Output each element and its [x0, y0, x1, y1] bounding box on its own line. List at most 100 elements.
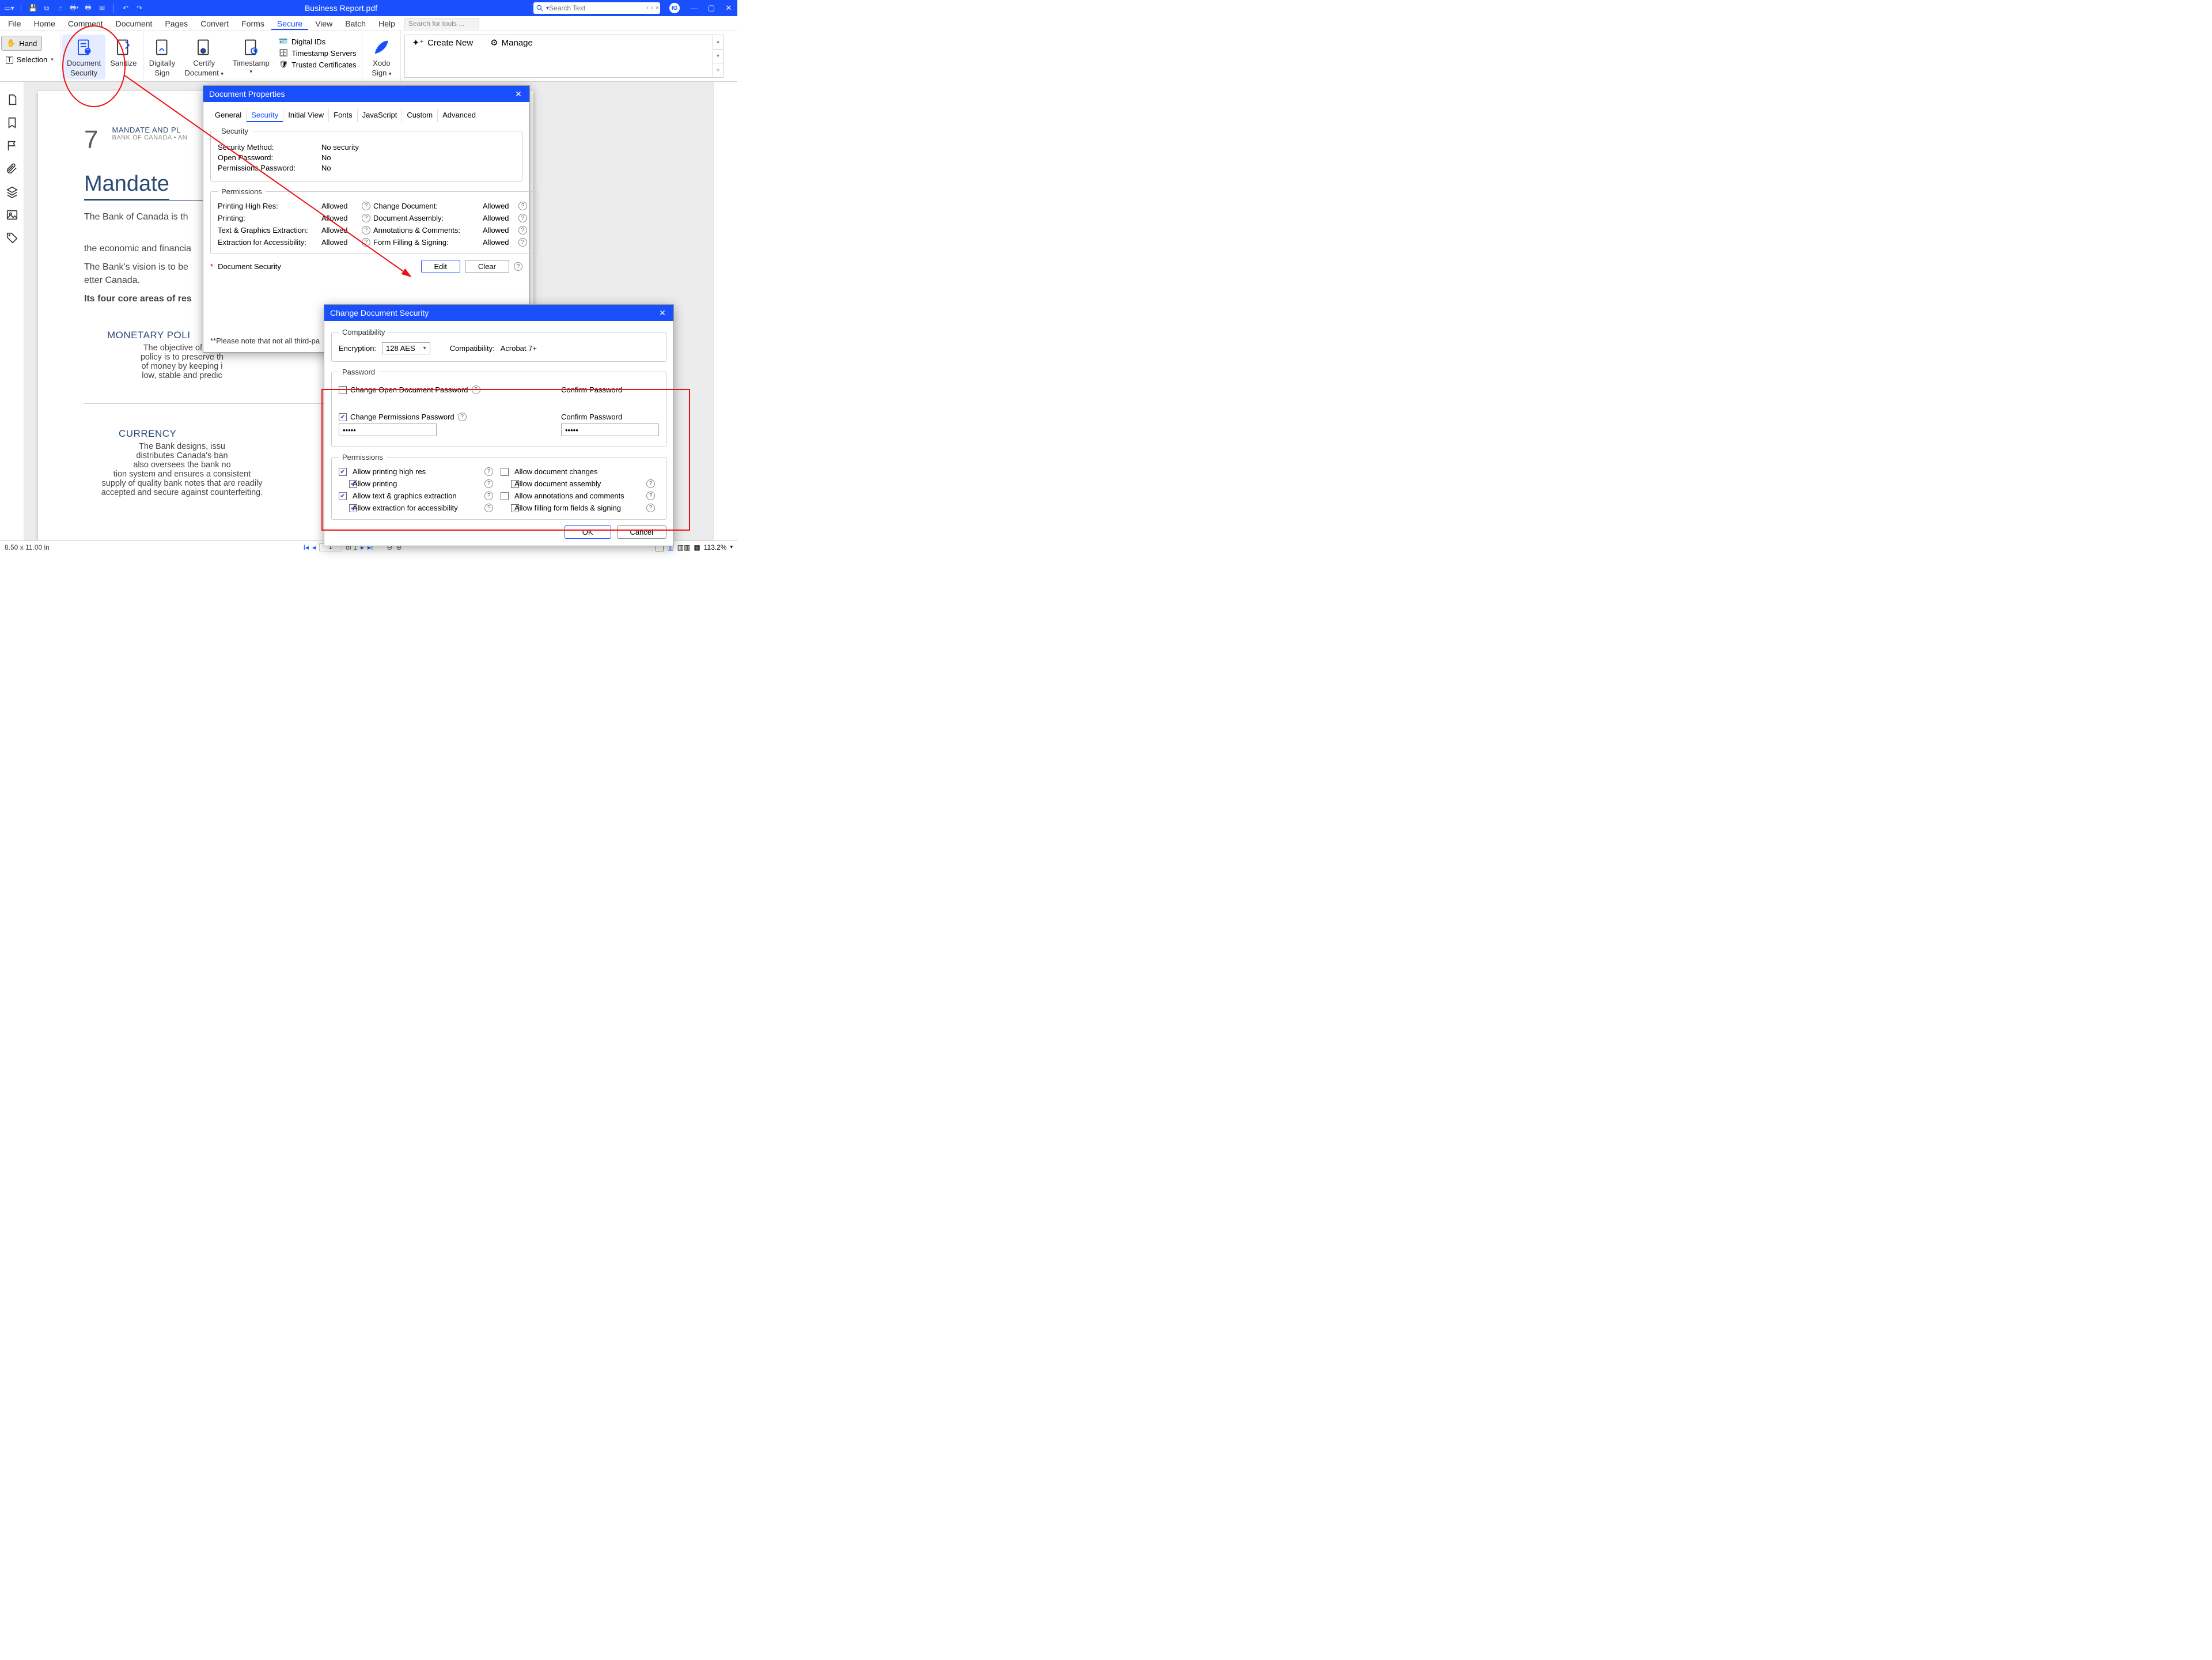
menu-secure[interactable]: Secure — [271, 17, 308, 30]
view-two-cont-icon[interactable]: ▦ — [694, 543, 700, 551]
clear-button[interactable]: Clear — [465, 260, 509, 273]
selection-tool[interactable]: T Selection ▾ — [1, 53, 58, 66]
help-icon[interactable]: ? — [484, 491, 493, 500]
digital-ids-link[interactable]: 🪪Digital IDs — [279, 37, 357, 46]
help-icon[interactable]: ? — [362, 238, 370, 247]
help-icon[interactable]: ? — [362, 226, 370, 235]
menu-home[interactable]: Home — [28, 17, 61, 30]
tools-search[interactable]: Search for tools ... — [404, 18, 479, 29]
help-icon[interactable]: ? — [514, 262, 522, 271]
menu-comment[interactable]: Comment — [62, 17, 109, 30]
help-icon[interactable]: ? — [518, 238, 527, 247]
help-icon[interactable]: ? — [458, 413, 467, 421]
view-two-icon[interactable]: ▥▥ — [677, 543, 691, 551]
file-menu-icon[interactable]: ▭▾ — [5, 3, 14, 13]
help-icon[interactable]: ? — [518, 202, 527, 210]
tab-initial-view[interactable]: Initial View — [283, 109, 329, 122]
search-prev-icon[interactable]: ‹ — [645, 5, 650, 12]
shield-icon: 🛡 — [279, 60, 289, 69]
search-box[interactable]: ▾ ‹ › × — [533, 2, 660, 14]
tag-panel-icon[interactable] — [6, 232, 18, 244]
digitally-sign-button[interactable]: Digitally Sign — [145, 35, 180, 80]
tab-javascript[interactable]: JavaScript — [358, 109, 403, 122]
layers-panel-icon[interactable] — [6, 186, 18, 198]
scan-icon[interactable]: ⌂ — [56, 3, 65, 13]
tab-custom[interactable]: Custom — [402, 109, 438, 122]
help-icon[interactable]: ? — [646, 479, 655, 488]
print2-icon[interactable]: 🖶 — [84, 3, 93, 13]
edit-button[interactable]: Edit — [421, 260, 460, 273]
change-perm-pw-checkbox[interactable]: Change Permissions Password ? — [339, 413, 538, 421]
document-security-button[interactable]: Document Security — [62, 35, 105, 80]
menu-file[interactable]: File — [2, 17, 27, 30]
tab-fonts[interactable]: Fonts — [329, 109, 358, 122]
search-next-icon[interactable]: › — [650, 5, 654, 12]
chk-doc-changes[interactable] — [501, 468, 509, 476]
redo-icon[interactable]: ↷ — [135, 3, 144, 13]
zoom-value[interactable]: 113.2% — [704, 543, 727, 551]
copy-icon[interactable]: ⧉ — [42, 3, 51, 13]
menu-document[interactable]: Document — [110, 17, 158, 30]
tab-general[interactable]: General — [210, 109, 247, 122]
timestamp-servers-link[interactable]: 🗄Timestamp Servers — [279, 48, 357, 58]
tab-advanced[interactable]: Advanced — [438, 109, 480, 122]
perm-pw-confirm-input[interactable] — [561, 423, 659, 436]
help-icon[interactable]: ? — [362, 202, 370, 210]
mail-icon[interactable]: ✉ — [97, 3, 107, 13]
certify-document-button[interactable]: Certify Document ▾ — [180, 35, 228, 80]
menu-help[interactable]: Help — [373, 17, 401, 30]
help-icon[interactable]: ? — [484, 504, 493, 512]
prev-page-icon[interactable]: ◂ — [312, 543, 316, 551]
attachments-panel-icon[interactable] — [6, 162, 18, 175]
cancel-button[interactable]: Cancel — [617, 525, 666, 539]
chk-extract[interactable] — [339, 492, 347, 500]
perm-pw-input[interactable] — [339, 423, 437, 436]
chevron-down-icon[interactable]: ▾ — [730, 544, 733, 550]
trusted-certificates-link[interactable]: 🛡Trusted Certificates — [279, 60, 357, 69]
hand-tool[interactable]: ✋ Hand — [1, 36, 42, 51]
help-icon[interactable]: ? — [646, 504, 655, 512]
help-icon[interactable]: ? — [362, 214, 370, 222]
search-input[interactable] — [549, 4, 645, 12]
doc-heading: Mandate — [84, 172, 169, 200]
menu-convert[interactable]: Convert — [195, 17, 234, 30]
tab-security[interactable]: Security — [247, 109, 283, 122]
menu-forms[interactable]: Forms — [236, 17, 270, 30]
undo-icon[interactable]: ↶ — [121, 3, 130, 13]
flag-panel-icon[interactable] — [6, 139, 18, 152]
timestamp-button[interactable]: Timestamp ▾ — [228, 35, 274, 77]
pages-panel-icon[interactable] — [6, 93, 18, 106]
dialog2-close-button[interactable]: ✕ — [657, 308, 668, 318]
print-icon[interactable]: 🖶▾ — [70, 3, 79, 13]
close-button[interactable]: ✕ — [720, 0, 737, 16]
help-icon[interactable]: ? — [518, 214, 527, 222]
first-page-icon[interactable]: I◂ — [304, 543, 309, 551]
image-panel-icon[interactable] — [6, 209, 18, 221]
dialog-close-button[interactable]: ✕ — [513, 89, 524, 99]
search-clear-icon[interactable]: × — [654, 5, 660, 12]
user-avatar[interactable]: IG — [669, 3, 680, 13]
help-icon[interactable]: ? — [472, 385, 480, 394]
chevron-down-icon: ▾ — [51, 56, 54, 63]
ok-button[interactable]: OK — [565, 525, 611, 539]
manage-button[interactable]: ⚙︎ Manage — [490, 37, 533, 48]
panel-scroll[interactable]: ▴▾▿ — [713, 35, 723, 77]
help-icon[interactable]: ? — [484, 479, 493, 488]
help-icon[interactable]: ? — [646, 491, 655, 500]
bookmarks-panel-icon[interactable] — [6, 116, 18, 129]
minimize-button[interactable]: — — [685, 0, 703, 16]
chk-annot[interactable] — [501, 492, 509, 500]
change-open-pw-checkbox[interactable]: Change Open Document Password ? — [339, 385, 538, 394]
sanitize-button[interactable]: Sanitize . — [105, 35, 141, 80]
maximize-button[interactable]: ▢ — [703, 0, 720, 16]
create-new-button[interactable]: ✦⁺ Create New — [412, 37, 473, 48]
menu-pages[interactable]: Pages — [159, 17, 194, 30]
xodo-sign-button[interactable]: Xodo Sign ▾ — [363, 35, 399, 80]
chk-print-high[interactable] — [339, 468, 347, 476]
encryption-select[interactable]: 128 AES ▾ — [382, 342, 430, 354]
menu-view[interactable]: View — [309, 17, 338, 30]
save-icon[interactable]: 💾 — [28, 3, 37, 13]
menu-batch[interactable]: Batch — [339, 17, 372, 30]
help-icon[interactable]: ? — [484, 467, 493, 476]
help-icon[interactable]: ? — [518, 226, 527, 235]
